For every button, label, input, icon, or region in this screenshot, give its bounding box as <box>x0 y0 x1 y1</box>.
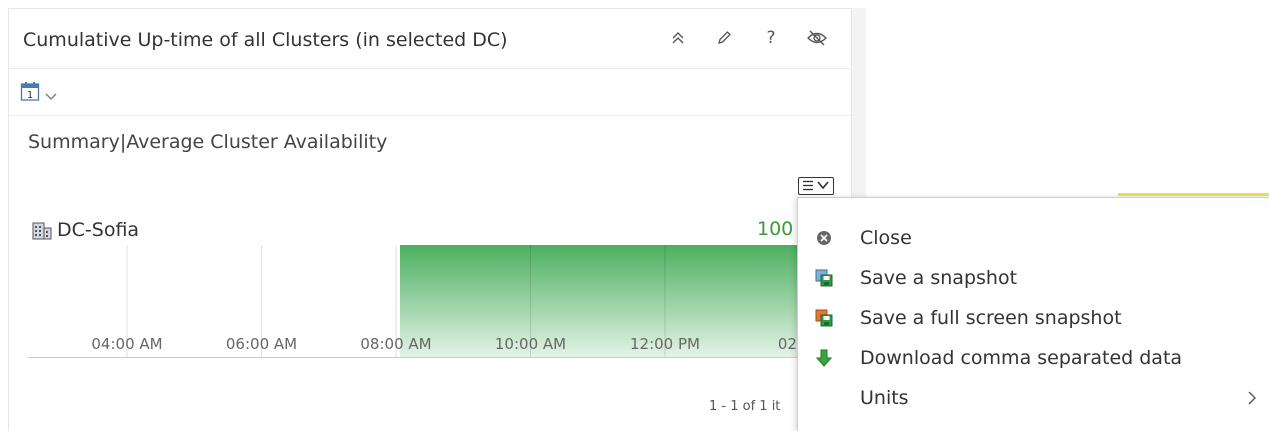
x-tick-label: 12:00 PM <box>630 335 700 353</box>
menu-item-label: Save a full screen snapshot <box>860 307 1122 329</box>
menu-item-label: Download comma separated data <box>860 347 1183 369</box>
save-fullscreen-snapshot-icon <box>814 308 834 328</box>
widget-toolbar: 1 <box>9 69 851 116</box>
menu-item-label: Units <box>860 387 909 409</box>
uptime-widget: Cumulative Up-time of all Clusters (in s… <box>8 8 852 431</box>
building-icon <box>31 219 53 241</box>
widget-title: Cumulative Up-time of all Clusters (in s… <box>23 29 508 51</box>
x-tick-label: 06:00 AM <box>226 335 297 353</box>
download-arrow-icon <box>814 348 834 368</box>
widget-header: Cumulative Up-time of all Clusters (in s… <box>9 9 851 69</box>
help-icon[interactable]: ? <box>760 27 782 49</box>
x-tick-label: 08:00 AM <box>360 335 431 353</box>
close-circle-icon <box>814 228 834 248</box>
x-tick-label: 04:00 AM <box>91 335 162 353</box>
chevron-right-icon <box>1247 386 1257 410</box>
dc-value: 100 <box>757 218 794 240</box>
svg-text:1: 1 <box>27 90 33 101</box>
menu-item-save-fullscreen-snapshot[interactable]: Save a full screen snapshot <box>798 299 1269 337</box>
menu-item-close[interactable]: Close <box>798 219 1269 257</box>
edit-pencil-icon[interactable] <box>713 27 735 49</box>
uptime-area <box>400 245 828 357</box>
menu-item-label: Close <box>860 227 912 249</box>
calendar-icon[interactable]: 1 <box>20 81 40 101</box>
menu-item-units[interactable]: Units <box>798 379 1269 417</box>
chart-options-menu: Close Save a snapshot Save a full screen… <box>797 197 1269 431</box>
save-snapshot-icon <box>814 268 834 288</box>
highlight-bar <box>1118 193 1269 196</box>
chevron-down-icon[interactable] <box>45 86 57 105</box>
menu-item-download-csv[interactable]: Download comma separated data <box>798 339 1269 377</box>
x-tick-label: 10:00 AM <box>495 335 566 353</box>
dc-name: DC-Sofia <box>57 219 140 241</box>
chart-svg: 04:00 AM 06:00 AM 08:00 AM 10:00 AM 12:00 PM… <box>28 245 828 358</box>
collapse-icon[interactable] <box>667 27 689 49</box>
dc-label: DC-Sofia <box>31 219 139 241</box>
pagination-text: 1 - 1 of 1 it <box>709 399 781 414</box>
chart-menu-button[interactable] <box>798 177 834 195</box>
metric-name: Summary|Average Cluster Availability <box>28 131 388 153</box>
hide-eye-icon[interactable] <box>806 27 828 49</box>
uptime-chart: 04:00 AM 06:00 AM 08:00 AM 10:00 AM 12:00 PM… <box>28 245 828 359</box>
menu-item-label: Save a snapshot <box>860 267 1018 289</box>
menu-item-save-snapshot[interactable]: Save a snapshot <box>798 259 1269 297</box>
